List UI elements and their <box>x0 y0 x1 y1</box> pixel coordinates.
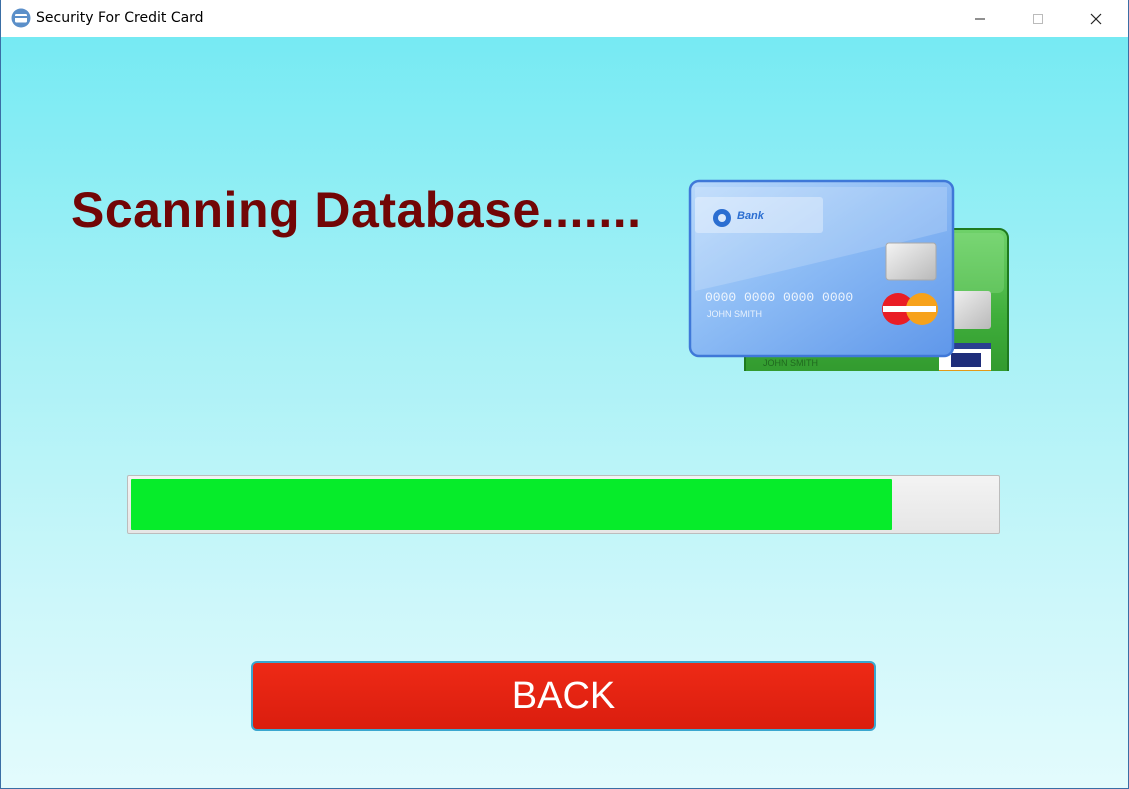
title-bar[interactable]: Security For Credit Card <box>1 0 1128 37</box>
maximize-button[interactable] <box>1009 0 1067 37</box>
back-button[interactable]: BACK <box>251 661 876 731</box>
status-heading: Scanning Database....... <box>71 182 642 238</box>
close-icon <box>1090 13 1102 24</box>
close-button[interactable] <box>1067 0 1125 37</box>
svg-text:0000 0000 0000 0000: 0000 0000 0000 0000 <box>705 290 853 305</box>
credit-card-icon <box>11 8 31 28</box>
progress-fill <box>131 479 892 530</box>
credit-cards-icon: JOHN SMITH Bank 0000 0000 0000 0000 JOHN… <box>687 141 1012 405</box>
scan-progress-bar <box>127 475 1000 534</box>
svg-text:JOHN SMITH: JOHN SMITH <box>763 358 818 368</box>
minimize-button[interactable] <box>951 0 1009 37</box>
window-title: Security For Credit Card <box>36 10 204 26</box>
svg-text:JOHN SMITH: JOHN SMITH <box>707 309 762 319</box>
maximize-icon <box>1033 13 1043 24</box>
svg-text:Bank: Bank <box>737 210 765 222</box>
app-window: Security For Credit Card Scanning Databa… <box>0 0 1129 789</box>
main-panel: Scanning Database....... JOHN SMITH Bank… <box>1 37 1128 788</box>
minimize-icon <box>975 18 985 19</box>
